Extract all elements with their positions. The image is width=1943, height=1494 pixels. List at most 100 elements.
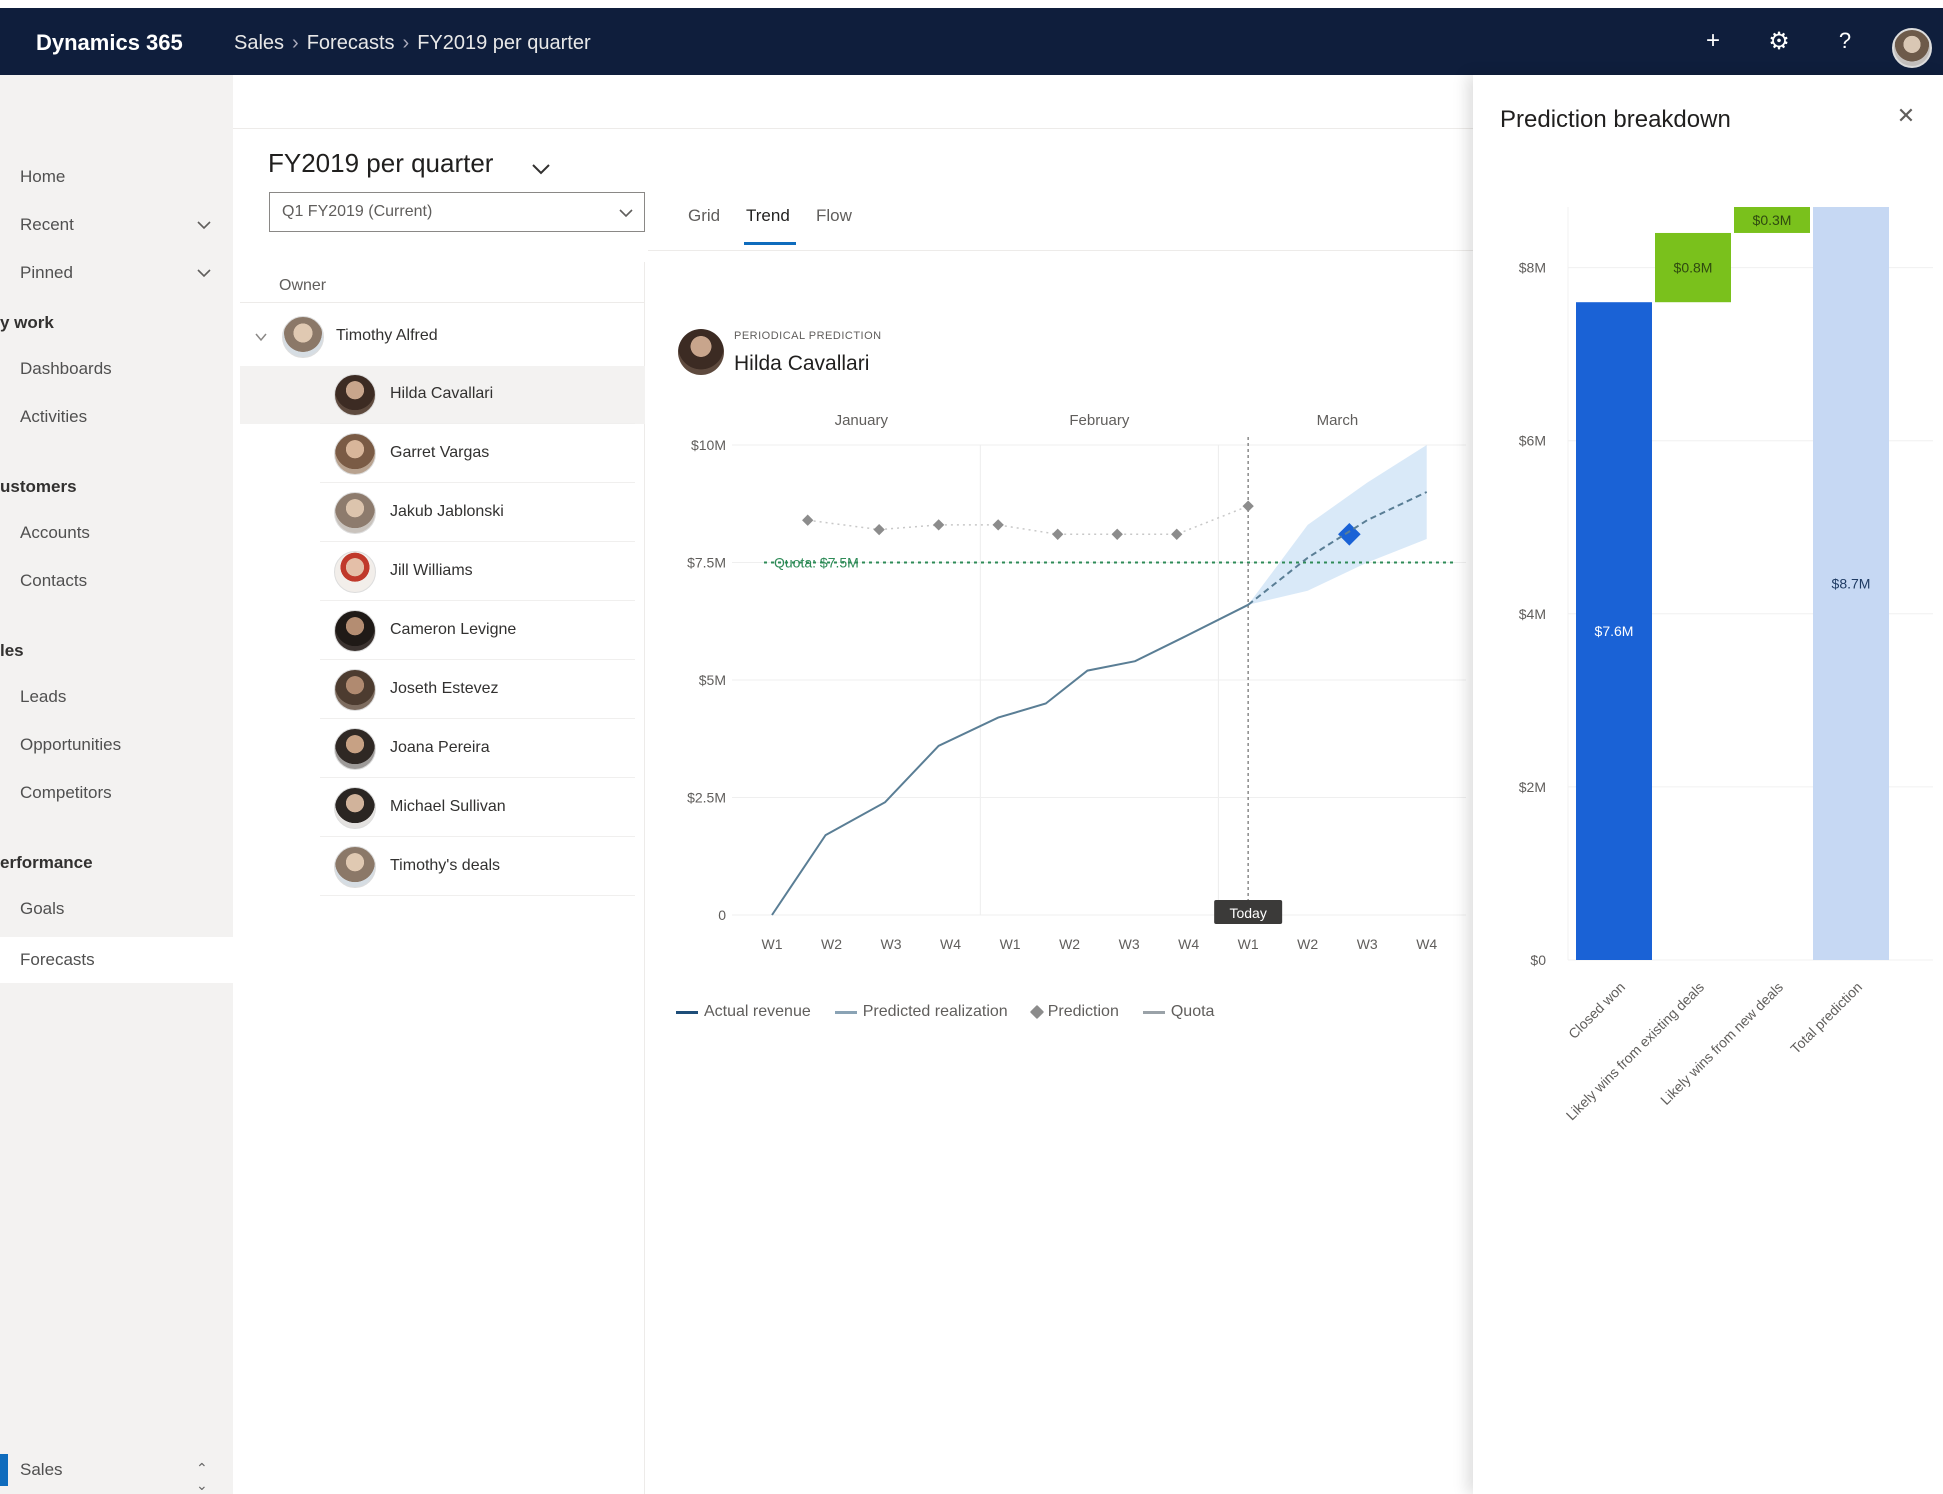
- nav-item-recent[interactable]: Recent: [0, 205, 233, 245]
- legend-actual-revenue[interactable]: Actual revenue: [676, 1003, 811, 1021]
- x-tick-label: W4: [1416, 936, 1437, 952]
- top-bar: Dynamics 365 Sales › Forecasts › FY2019 …: [0, 8, 1943, 75]
- gear-icon[interactable]: ⚙: [1762, 24, 1796, 58]
- period-dropdown[interactable]: Q1 FY2019 (Current): [269, 192, 645, 232]
- nav-item-label: Leads: [20, 687, 67, 706]
- legend-label: Predicted realization: [862, 1003, 1008, 1020]
- owner-name: Jakub Jablonski: [390, 503, 504, 520]
- breadcrumb-forecasts[interactable]: Forecasts: [307, 32, 395, 55]
- app-name[interactable]: Dynamics 365: [36, 30, 183, 56]
- chevron-down-icon[interactable]: [530, 158, 552, 180]
- user-avatar[interactable]: [1892, 28, 1932, 68]
- category-label: Closed won: [1565, 979, 1628, 1042]
- owner-row[interactable]: Cameron Levigne: [240, 602, 645, 660]
- nav-item-label: Home: [20, 167, 66, 186]
- owner-header-divider: [240, 302, 645, 303]
- nav-item-activities[interactable]: Activities: [0, 397, 233, 437]
- x-tick-label: W2: [1297, 936, 1318, 952]
- legend-label: Actual revenue: [704, 1003, 811, 1020]
- owner-row[interactable]: Timothy's deals: [240, 838, 645, 896]
- nav-group-performance: erformance: [0, 853, 93, 872]
- nav-item-goals[interactable]: Goals: [0, 889, 233, 929]
- category-label: Total prediction: [1787, 979, 1865, 1057]
- avatar: [334, 846, 376, 888]
- owner-row[interactable]: Jill Williams: [240, 543, 645, 601]
- owner-row[interactable]: Michael Sullivan: [240, 779, 645, 837]
- owner-name: Joseth Estevez: [390, 680, 499, 697]
- breadcrumb-sales[interactable]: Sales: [234, 32, 284, 55]
- owner-name: Joana Pereira: [390, 739, 490, 756]
- y-tick-label: $2.5M: [687, 790, 726, 806]
- owner-name: Hilda Cavallari: [390, 385, 494, 402]
- y-tick-label: $7.5M: [687, 555, 726, 571]
- prediction-point: [802, 514, 814, 526]
- legend-swatch: [834, 1010, 857, 1014]
- owner-row[interactable]: Garret Vargas: [240, 425, 645, 483]
- nav-item-label: Pinned: [20, 263, 73, 282]
- nav-item-forecasts[interactable]: Forecasts: [0, 937, 233, 983]
- y-tick-label: $8M: [1519, 260, 1546, 276]
- x-tick-label: W2: [1059, 936, 1080, 952]
- close-icon[interactable]: ✕: [1894, 103, 1918, 128]
- nav-item-label: Recent: [20, 215, 74, 234]
- x-tick-label: W1: [762, 936, 783, 952]
- prediction-point: [1111, 528, 1123, 540]
- row-divider: [320, 423, 635, 424]
- nav-item-home[interactable]: Home: [0, 157, 233, 197]
- owner-row[interactable]: Joana Pereira: [240, 720, 645, 778]
- area-switcher[interactable]: Sales ⌃ ⌄: [0, 1450, 233, 1493]
- nav-item-label: Contacts: [20, 571, 88, 590]
- row-divider: [320, 600, 635, 601]
- breadcrumb-separator: ›: [292, 32, 299, 54]
- y-tick-label: $4M: [1519, 606, 1546, 622]
- x-tick-label: W3: [1119, 936, 1140, 952]
- row-divider: [320, 836, 635, 837]
- chevron-down-icon[interactable]: [254, 330, 268, 344]
- owner-name: Cameron Levigne: [390, 621, 517, 638]
- prediction-point: [873, 523, 885, 536]
- avatar: [334, 433, 376, 475]
- row-divider: [320, 482, 635, 483]
- tab-trend[interactable]: Trend: [746, 206, 790, 226]
- nav-item-dashboards[interactable]: Dashboards: [0, 349, 233, 389]
- legend-predicted-realization[interactable]: Predicted realization: [834, 1003, 1008, 1021]
- tab-grid[interactable]: Grid: [688, 206, 720, 226]
- prediction-point: [1242, 500, 1254, 512]
- x-tick-label: W1: [1000, 936, 1021, 952]
- y-tick-label: $2M: [1519, 779, 1546, 795]
- nav-item-label: Forecasts: [20, 950, 95, 969]
- nav-item-contacts[interactable]: Contacts: [0, 561, 233, 601]
- panel-title: Prediction breakdown: [1500, 106, 1731, 133]
- owner-row-parent[interactable]: Timothy Alfred: [240, 308, 645, 366]
- owner-column-header[interactable]: Owner: [279, 277, 326, 295]
- help-icon[interactable]: ?: [1828, 24, 1862, 58]
- prediction-owner-name: Hilda Cavallari: [734, 352, 870, 375]
- plus-icon[interactable]: +: [1696, 24, 1730, 58]
- waterfall-chart: $8M $6M $4M $2M $0 $7.6M Closed won $0.8M Likely…: [1519, 207, 1933, 1123]
- owner-row[interactable]: Jakub Jablonski: [240, 484, 645, 542]
- prediction-caption: PERIODICAL PREDICTION: [734, 330, 882, 342]
- page-title[interactable]: FY2019 per quarter: [268, 148, 493, 179]
- nav-group-my-work: y work: [0, 313, 54, 332]
- nav-item-label: Goals: [20, 899, 65, 918]
- period-dropdown-value: Q1 FY2019 (Current): [282, 203, 433, 220]
- legend-label: Prediction: [1047, 1003, 1119, 1020]
- nav-item-leads[interactable]: Leads: [0, 677, 233, 717]
- owner-row[interactable]: Joseth Estevez: [240, 661, 645, 719]
- tab-flow[interactable]: Flow: [816, 206, 852, 226]
- owner-row[interactable]: Hilda Cavallari: [240, 366, 645, 424]
- y-tick-label: $10M: [691, 437, 726, 453]
- legend-quota[interactable]: Quota: [1142, 1003, 1214, 1021]
- prediction-point: [932, 519, 945, 531]
- avatar: [282, 316, 324, 358]
- bar-value-label: $0.3M: [1753, 212, 1792, 228]
- legend-prediction[interactable]: Prediction: [1029, 1003, 1119, 1021]
- breadcrumb-separator: ›: [402, 32, 410, 54]
- nav-item-opportunities[interactable]: Opportunities: [0, 725, 233, 765]
- x-tick-label: W1: [1238, 936, 1259, 952]
- nav-item-competitors[interactable]: Competitors: [0, 773, 233, 813]
- nav-item-pinned[interactable]: Pinned: [0, 253, 233, 293]
- breadcrumb: Sales › Forecasts › FY2019 per quarter: [234, 32, 591, 55]
- nav-item-label: Competitors: [20, 783, 112, 802]
- nav-item-accounts[interactable]: Accounts: [0, 513, 233, 553]
